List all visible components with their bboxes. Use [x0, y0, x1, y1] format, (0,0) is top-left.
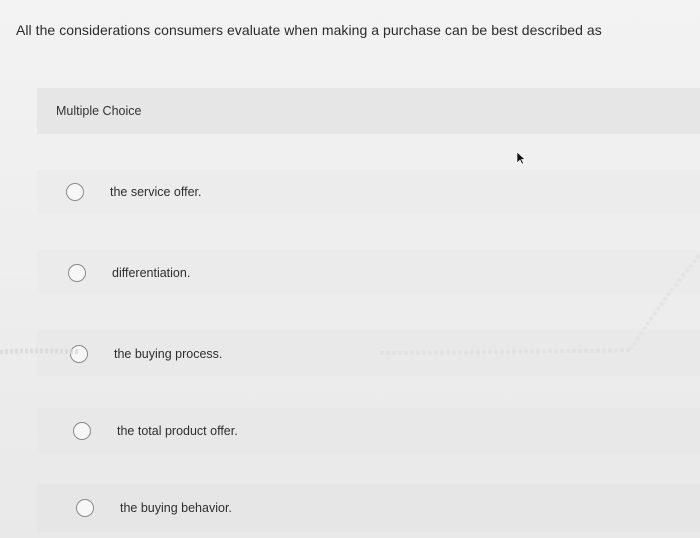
choice-label: differentiation. — [112, 266, 191, 280]
radio-circle-icon[interactable] — [76, 499, 94, 517]
radio-circle-icon[interactable] — [73, 422, 91, 440]
radio-circle-icon[interactable] — [68, 264, 86, 282]
multiple-choice-label: Multiple Choice — [56, 104, 142, 118]
choice-label: the service offer. — [110, 185, 202, 199]
radio-circle-icon[interactable] — [70, 345, 88, 363]
choice-label: the total product offer. — [117, 424, 238, 438]
quiz-page: All the considerations consumers evaluat… — [0, 0, 700, 538]
choice-option-1[interactable]: the service offer. — [66, 172, 202, 212]
choice-option-2[interactable]: differentiation. — [68, 253, 190, 293]
choice-option-3[interactable]: the buying process. — [70, 334, 222, 374]
choice-label: the buying process. — [114, 347, 223, 361]
choice-option-5[interactable]: the buying behavior. — [76, 488, 232, 528]
choice-label: the buying behavior. — [120, 501, 232, 515]
multiple-choice-header: Multiple Choice — [37, 88, 700, 134]
choice-option-4[interactable]: the total product offer. — [73, 411, 238, 451]
radio-circle-icon[interactable] — [66, 183, 84, 201]
mouse-pointer-icon — [516, 151, 526, 165]
question-text: All the considerations consumers evaluat… — [16, 22, 602, 38]
